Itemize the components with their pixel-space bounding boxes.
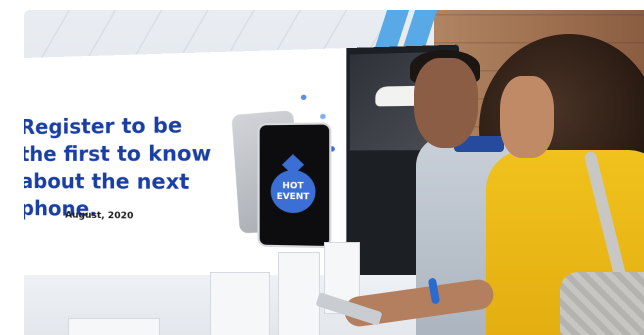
store-photo: Register to be the first to know about t… xyxy=(24,10,644,335)
promo-headline-line: the first to know xyxy=(24,140,212,167)
badge-line: EVENT xyxy=(276,191,310,202)
product-box xyxy=(210,272,270,335)
product-box xyxy=(68,318,160,335)
promo-headline: Register to be the first to know about t… xyxy=(24,111,247,226)
promo-display-screen: Register to be the first to know about t… xyxy=(24,44,459,294)
dot xyxy=(320,113,326,120)
handbag xyxy=(560,272,644,335)
dot xyxy=(300,94,307,101)
promo-date: August, 2020 xyxy=(65,210,134,222)
man-head xyxy=(414,58,478,148)
badge-line: HOT xyxy=(282,180,304,191)
promo-headline-line: Register to be xyxy=(24,112,183,140)
hot-event-badge: HOT EVENT xyxy=(270,170,316,214)
woman-face xyxy=(500,76,554,158)
product-box xyxy=(278,252,320,335)
